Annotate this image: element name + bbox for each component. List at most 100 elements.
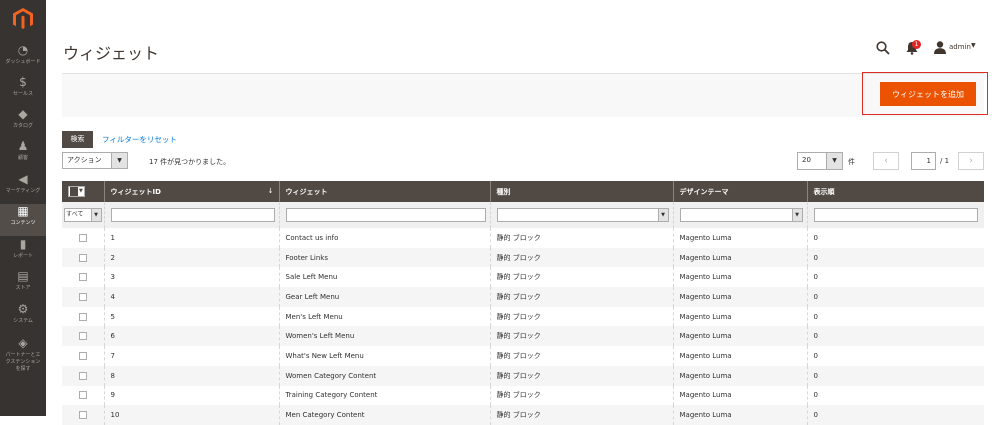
cell-type: 静的 ブロック	[489, 306, 673, 327]
sidebar-item-label: 顧客	[17, 155, 28, 161]
row-checkbox[interactable]	[78, 273, 87, 282]
cell-sort-order: 0	[806, 346, 984, 366]
row-select-cell	[62, 267, 104, 287]
row-checkbox[interactable]	[78, 312, 87, 321]
cell-sort-order: 0	[806, 228, 984, 248]
page-actions-bar	[62, 73, 984, 117]
row-select-cell	[62, 247, 104, 268]
cell-type: 静的 ブロック	[489, 326, 673, 347]
sidebar-item-customer[interactable]: ♟ 顧客	[0, 139, 46, 171]
chevron-down-icon: ▼	[111, 153, 127, 168]
add-widget-button[interactable]: ウィジェットを追加	[880, 82, 976, 106]
prev-page-button[interactable]: ‹	[873, 152, 899, 170]
total-pages: / 1	[940, 157, 950, 165]
filter-widget-input[interactable]	[285, 208, 486, 222]
user-name[interactable]: admin	[949, 43, 971, 51]
sidebar-item-store[interactable]: ▤ ストア	[0, 269, 46, 301]
cube-icon: ◆	[18, 107, 28, 121]
chevron-down-icon: ▼	[791, 209, 802, 221]
search-button[interactable]: 検索	[62, 131, 93, 148]
cell-sort-order: 0	[806, 306, 984, 327]
cell-sort-order: 0	[806, 267, 984, 288]
cell-sort-order: 0	[806, 365, 984, 386]
cell-theme: Magento Luma	[672, 365, 807, 386]
cell-widget: Training Category Content	[278, 385, 490, 406]
column-header-type[interactable]: 種別	[489, 181, 673, 202]
table-row[interactable]: 1 Contact us info 静的 ブロック Magento Luma 0	[62, 228, 984, 248]
cell-id: 2	[103, 247, 279, 268]
cell-type: 静的 ブロック	[489, 267, 673, 288]
sidebar-item-label: マーケティング	[5, 188, 41, 194]
cell-theme: Magento Luma	[672, 405, 807, 425]
content-icon: ▦	[17, 204, 29, 218]
mass-select-header[interactable]: ▼	[62, 181, 104, 202]
sidebar-item-label: ダッシュボード	[5, 59, 41, 65]
cell-type: 静的 ブロック	[489, 385, 673, 406]
user-icon[interactable]	[934, 41, 946, 54]
cell-theme: Magento Luma	[672, 385, 807, 406]
sidebar-item-content[interactable]: ▦ コンテンツ	[0, 204, 46, 236]
column-header-widget[interactable]: ウィジェット	[278, 181, 490, 202]
page-number-input[interactable]: 1	[911, 152, 936, 170]
reset-filter-link[interactable]: フィルターをリセット	[102, 134, 177, 145]
row-checkbox[interactable]	[78, 253, 87, 262]
filter-type-select[interactable]: ▼	[496, 208, 669, 222]
sidebar-item-dashboard[interactable]: ◔ ダッシュボード	[0, 43, 46, 75]
sidebar-item-cube[interactable]: ◆ カタログ	[0, 107, 46, 139]
sidebar-item-label: パートナーとエ クステンション を探す	[5, 352, 41, 372]
cell-type: 静的 ブロック	[489, 365, 673, 386]
row-checkbox[interactable]	[78, 332, 87, 341]
table-row[interactable]: 6 Women's Left Menu 静的 ブロック Magento Luma 0	[62, 326, 984, 347]
chevron-left-icon: ‹	[884, 156, 888, 166]
mass-filter-select[interactable]: すべて ▼	[64, 208, 102, 222]
row-checkbox[interactable]	[78, 292, 87, 301]
mass-select-checkbox[interactable]: ▼	[68, 185, 85, 197]
filter-sort-order-input[interactable]	[813, 208, 978, 222]
notification-badge: 1	[912, 40, 921, 49]
row-checkbox[interactable]	[78, 371, 87, 380]
column-header-id[interactable]: ウィジェットID ↓	[103, 181, 279, 202]
magento-logo-icon[interactable]	[13, 8, 33, 30]
row-checkbox[interactable]	[78, 233, 87, 242]
cell-id: 4	[103, 287, 279, 307]
cell-id: 7	[103, 346, 279, 366]
table-row[interactable]: 8 Women Category Content 静的 ブロック Magento Lu…	[62, 365, 984, 386]
cell-id: 3	[103, 267, 279, 288]
customer-icon: ♟	[17, 139, 29, 153]
sort-arrow-icon: ↓	[267, 186, 274, 195]
cell-widget: Women's Left Menu	[278, 326, 490, 347]
table-row[interactable]: 2 Footer Links 静的 ブロック Magento Luma 0	[62, 247, 984, 268]
cell-sort-order: 0	[806, 326, 984, 347]
table-row[interactable]: 3 Sale Left Menu 静的 ブロック Magento Luma 0	[62, 267, 984, 288]
per-page-select[interactable]: 20 ▼	[797, 152, 843, 170]
sidebar-item-label: レポート	[12, 253, 33, 259]
table-row[interactable]: 7 What's New Left Menu 静的 ブロック Magento Luma…	[62, 346, 984, 366]
search-icon[interactable]	[876, 41, 890, 55]
filter-theme-select[interactable]: ▼	[679, 208, 803, 222]
table-row[interactable]: 10 Men Category Content 静的 ブロック Magento Lum…	[62, 405, 984, 425]
sidebar-item-dollar[interactable]: $ セールス	[0, 75, 46, 107]
sidebar-item-extensions[interactable]: ◈ パートナーとエ クステンション を探す	[0, 336, 46, 376]
sidebar-item-reports[interactable]: ▮ レポート	[0, 237, 46, 269]
chevron-down-icon[interactable]: ▼	[971, 42, 976, 49]
mass-action-select[interactable]: アクション ▼	[62, 152, 128, 169]
row-checkbox[interactable]	[78, 411, 87, 420]
column-header-sort-order[interactable]: 表示順	[806, 181, 984, 202]
table-row[interactable]: 5 Men's Left Menu 静的 ブロック Magento Luma 0	[62, 306, 984, 327]
sidebar-item-megaphone[interactable]: ◀ マーケティング	[0, 172, 46, 204]
column-header-theme[interactable]: デザインテーマ	[672, 181, 807, 202]
filter-id-input[interactable]	[110, 208, 275, 222]
row-checkbox[interactable]	[78, 391, 87, 400]
per-page-value: 20	[802, 156, 811, 164]
row-select-cell	[62, 307, 104, 327]
next-page-button[interactable]: ›	[958, 152, 984, 170]
filter-row: すべて ▼ ▼ ▼	[62, 202, 984, 228]
sidebar-item-gear[interactable]: ⚙ システム	[0, 302, 46, 334]
row-checkbox[interactable]	[78, 351, 87, 360]
table-row[interactable]: 4 Gear Left Menu 静的 ブロック Magento Luma 0	[62, 287, 984, 307]
cell-sort-order: 0	[806, 385, 984, 406]
cell-widget: Men Category Content	[278, 405, 490, 425]
row-select-cell	[62, 405, 104, 425]
table-row[interactable]: 9 Training Category Content 静的 ブロック Magento…	[62, 385, 984, 406]
cell-theme: Magento Luma	[672, 267, 807, 288]
